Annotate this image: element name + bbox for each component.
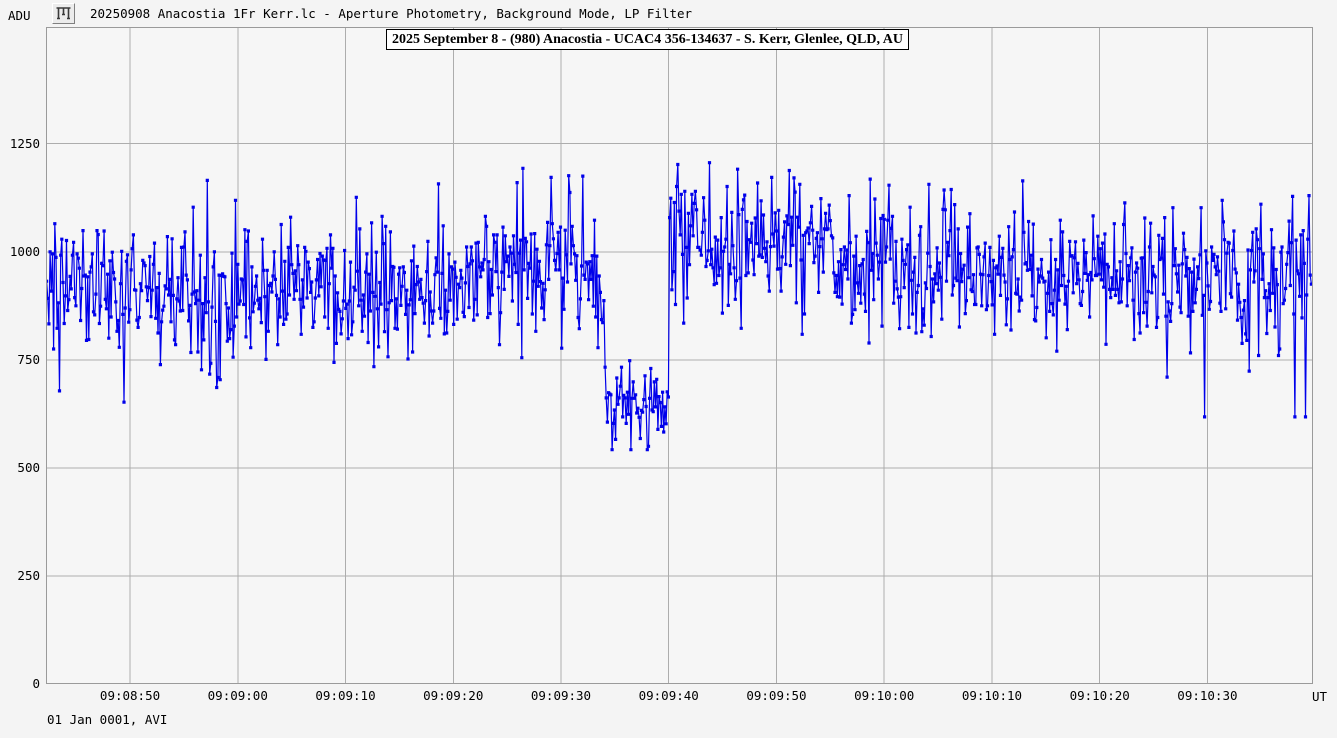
x-tick-label: 09:09:10 [301,689,391,703]
y-tick-label: 1000 [0,245,40,259]
plot-area [46,27,1313,684]
x-tick-label: 09:08:50 [85,689,175,703]
x-tick-label: 09:10:20 [1055,689,1145,703]
lightcurve-chart-icon[interactable] [52,3,75,24]
x-tick-label: 09:10:30 [1162,689,1252,703]
y-tick-label: 1250 [0,137,40,151]
date-format-label: 01 Jan 0001, AVI [47,712,167,727]
y-tick-label: 0 [0,677,40,691]
x-tick-label: 09:10:00 [839,689,929,703]
lightcurve-icon-glyph [55,6,72,21]
y-tick-label: 750 [0,353,40,367]
x-tick-label: 09:09:30 [516,689,606,703]
x-tick-label: 09:09:20 [408,689,498,703]
y-tick-label: 500 [0,461,40,475]
observation-title: 2025 September 8 - (980) Anacostia - UCA… [386,29,909,50]
x-tick-label: 09:09:40 [624,689,714,703]
y-axis-unit-label: ADU [8,8,31,23]
window-title: 20250908 Anacostia 1Fr Kerr.lc - Apertur… [90,6,692,21]
y-tick-label: 250 [0,569,40,583]
x-tick-label: 09:10:10 [947,689,1037,703]
app-window: { "header": { "y_axis_unit": "ADU", "ico… [0,0,1337,738]
x-axis-unit-label: UT [1312,689,1327,704]
x-tick-label: 09:09:50 [731,689,821,703]
plot-background [46,27,1313,684]
x-tick-label: 09:09:00 [193,689,283,703]
lightcurve-plot-canvas[interactable] [46,27,1313,684]
